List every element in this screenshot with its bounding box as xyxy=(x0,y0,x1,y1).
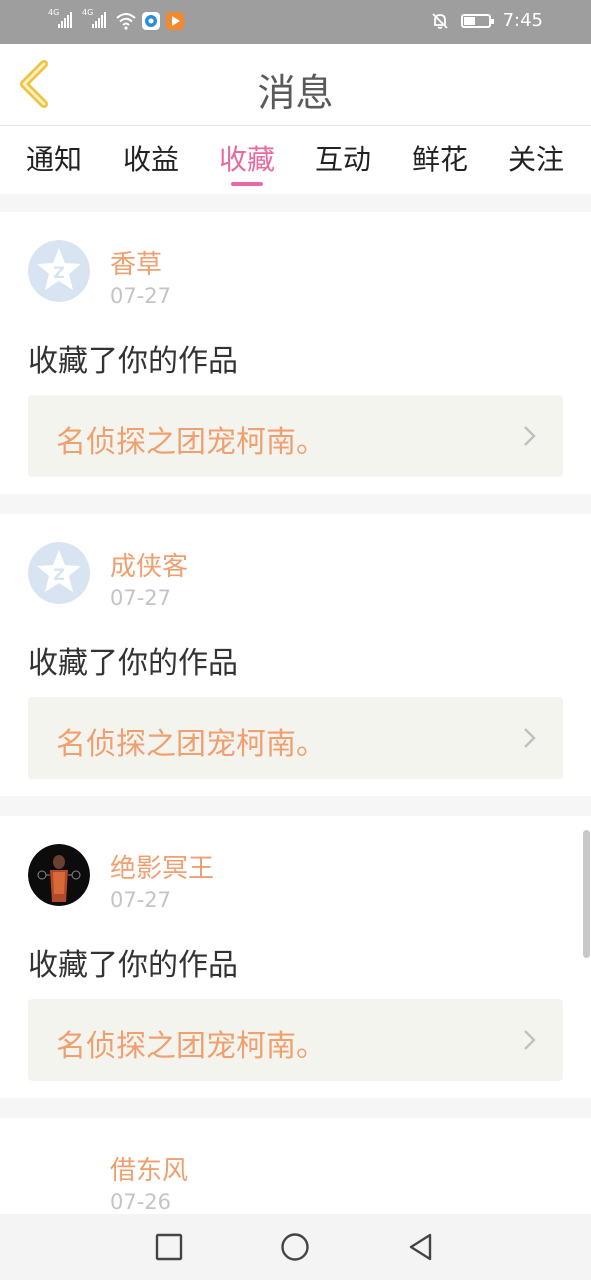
tab-bar: 通知 收益 收藏 互动 鲜花 关注 xyxy=(0,126,591,194)
browser-app-icon xyxy=(142,12,160,30)
username[interactable]: 香草 xyxy=(110,244,162,281)
chevron-right-icon xyxy=(524,426,536,446)
back-triangle-icon[interactable] xyxy=(404,1230,438,1264)
work-title: 名侦探之团宠柯南。 xyxy=(56,727,326,762)
tab-notifications[interactable]: 通知 xyxy=(14,138,94,178)
message-date: 07-27 xyxy=(110,284,172,308)
username[interactable]: 借东风 xyxy=(110,1150,188,1187)
battery-fill xyxy=(463,16,475,25)
scrollbar[interactable] xyxy=(583,830,590,958)
tab-flowers[interactable]: 鲜花 xyxy=(400,138,480,178)
mute-bell-icon xyxy=(431,12,448,29)
home-icon[interactable] xyxy=(278,1230,312,1264)
user-photo-avatar[interactable] xyxy=(28,844,90,906)
chevron-right-icon xyxy=(524,1030,536,1050)
header: 消息 xyxy=(0,44,591,126)
tab-interaction[interactable]: 互动 xyxy=(303,138,383,178)
work-link[interactable]: 名侦探之团宠柯南。 xyxy=(28,999,563,1081)
recent-apps-icon[interactable] xyxy=(152,1230,186,1264)
blank-avatar[interactable] xyxy=(28,1146,90,1208)
list-item: Z 香草 07-27 收藏了你的作品 名侦探之团宠柯南。 xyxy=(0,212,591,494)
svg-text:Z: Z xyxy=(53,263,65,282)
list-item: Z 成侠客 07-27 收藏了你的作品 名侦探之团宠柯南。 xyxy=(0,514,591,796)
username[interactable]: 成侠客 xyxy=(110,546,188,583)
list-item: 绝影冥王 07-27 收藏了你的作品 名侦探之团宠柯南。 xyxy=(0,816,591,1098)
signal-icon: 4G xyxy=(82,8,110,30)
tab-favorites[interactable]: 收藏 xyxy=(207,138,287,178)
action-text: 收藏了你的作品 xyxy=(28,344,238,379)
svg-text:Z: Z xyxy=(53,565,65,584)
username[interactable]: 绝影冥王 xyxy=(110,848,214,885)
message-date: 07-27 xyxy=(110,586,172,610)
default-avatar-icon[interactable]: Z xyxy=(28,240,90,302)
status-left: 4G 4G xyxy=(48,8,184,30)
wifi-icon xyxy=(116,13,136,30)
tab-follow[interactable]: 关注 xyxy=(496,138,576,178)
page-title: 消息 xyxy=(257,71,334,115)
chevron-right-icon xyxy=(524,728,536,748)
work-title: 名侦探之团宠柯南。 xyxy=(56,425,326,460)
action-text: 收藏了你的作品 xyxy=(28,646,238,681)
work-link[interactable]: 名侦探之团宠柯南。 xyxy=(28,697,563,779)
screen: 4G 4G 7:45 消息 通知 收益 收藏 互动 鲜花 关注 Z 香草 07-… xyxy=(0,0,591,1280)
signal-icon: 4G xyxy=(48,8,76,30)
work-title: 名侦探之团宠柯南。 xyxy=(56,1029,326,1064)
tab-earnings[interactable]: 收益 xyxy=(111,138,191,178)
list-item: 借东风 07-26 xyxy=(0,1118,591,1214)
work-link[interactable]: 名侦探之团宠柯南。 xyxy=(28,395,563,477)
video-app-icon xyxy=(166,12,184,30)
default-avatar-icon[interactable]: Z xyxy=(28,542,90,604)
action-text: 收藏了你的作品 xyxy=(28,948,238,983)
active-tab-indicator xyxy=(231,182,263,186)
message-date: 07-26 xyxy=(110,1190,172,1214)
status-bar: 4G 4G 7:45 xyxy=(0,0,591,44)
system-nav-bar xyxy=(0,1214,591,1280)
battery-icon xyxy=(460,13,494,28)
status-right: 7:45 xyxy=(431,10,543,31)
message-date: 07-27 xyxy=(110,888,172,912)
clock: 7:45 xyxy=(502,10,543,31)
